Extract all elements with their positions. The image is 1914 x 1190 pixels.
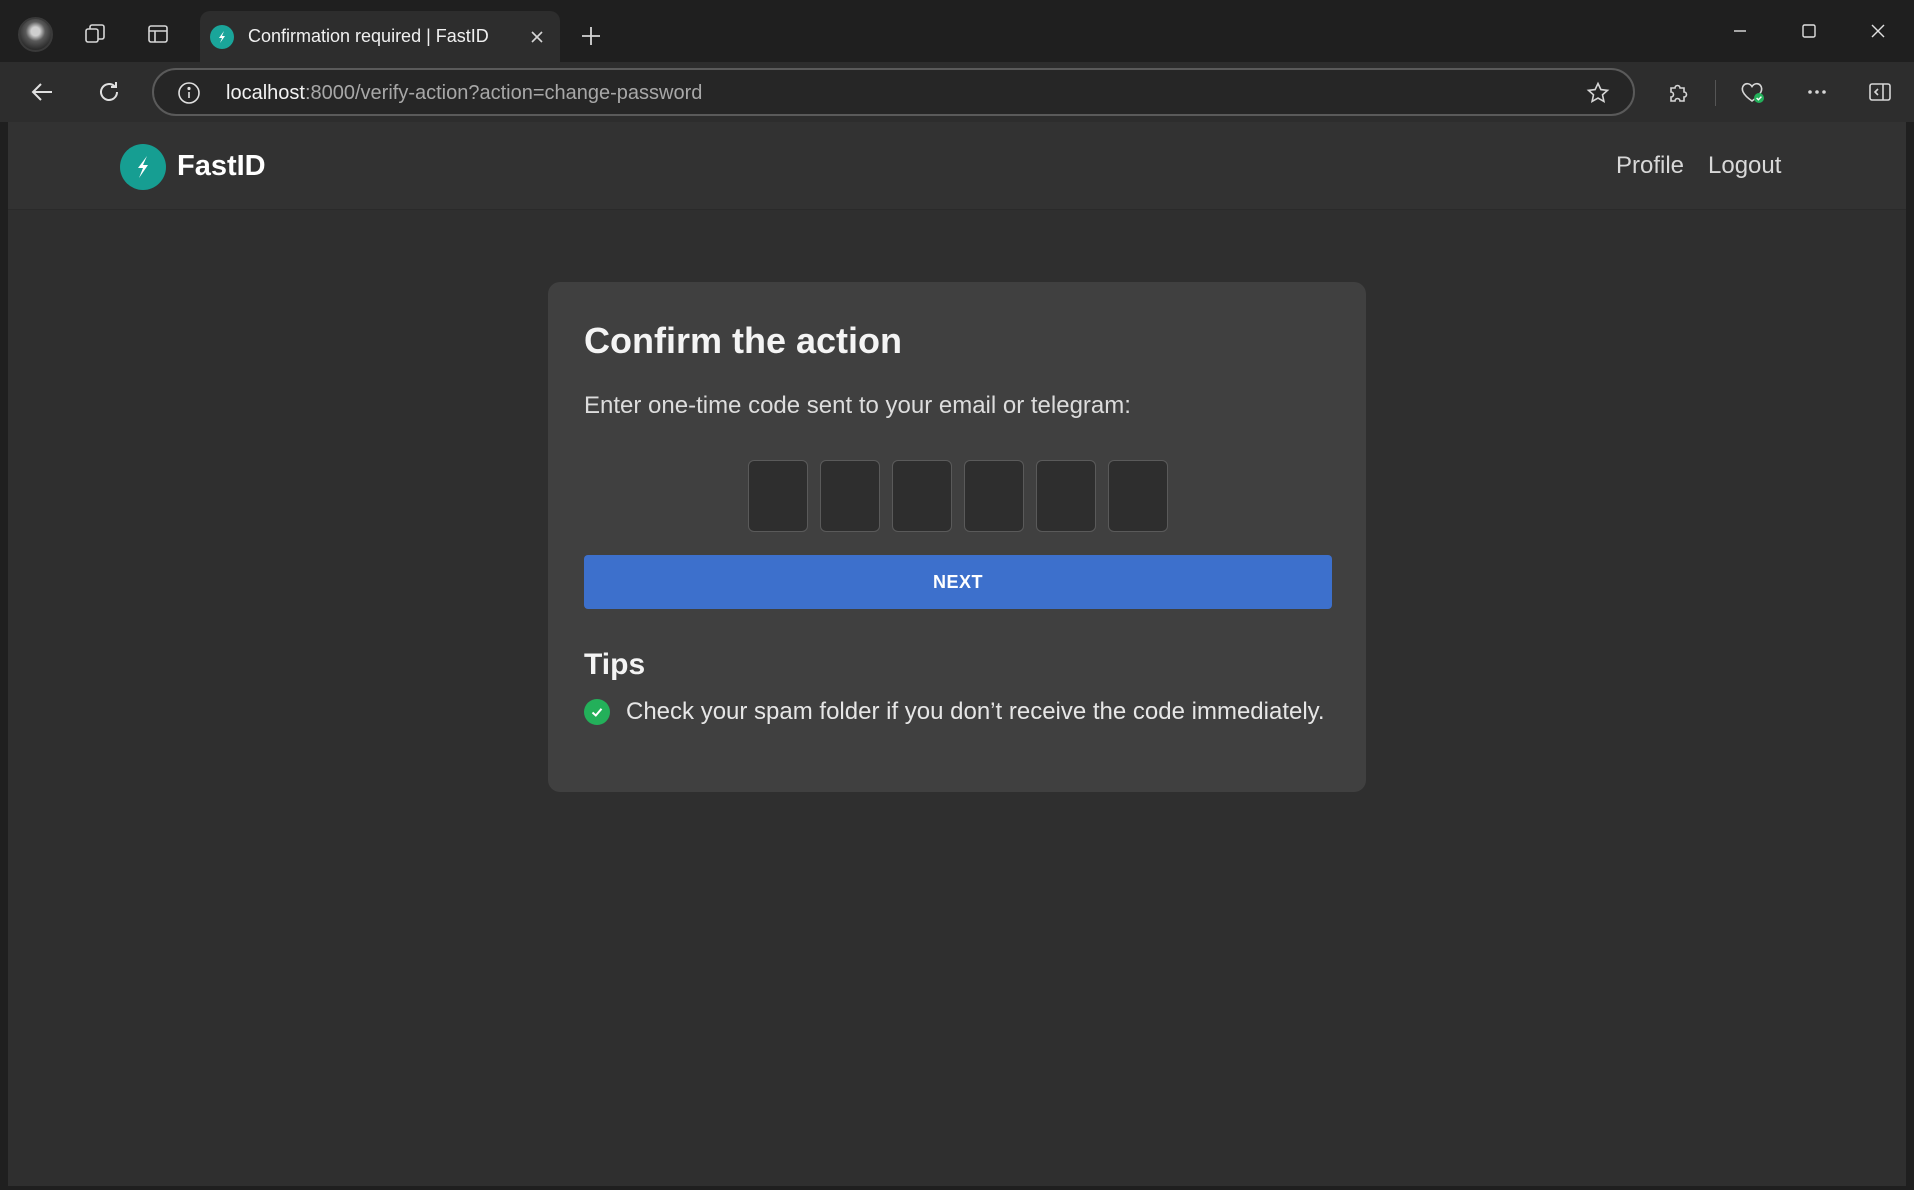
tab-title: Confirmation required | FastID [248,26,489,46]
url-path: :8000/verify-action?action=change-passwo… [304,82,703,104]
page-title: Confirm the action [584,320,903,361]
window-edge [0,122,8,1190]
toolbar-separator [1715,80,1716,106]
workspaces-icon[interactable] [78,17,112,51]
more-options-icon[interactable] [1796,71,1838,113]
favorite-star-icon[interactable] [1585,80,1611,106]
url-host: localhost [226,82,305,104]
browser-essentials-heart-icon[interactable] [1731,71,1773,113]
browser-titlebar: Confirmation required | FastID [0,0,1914,62]
site-info-icon[interactable] [176,80,202,106]
otp-digit-3[interactable] [892,460,952,532]
address-bar[interactable]: localhost:8000/verify-action?action=chan… [152,68,1635,116]
fastid-logo-icon[interactable] [120,144,166,190]
new-tab-icon[interactable] [573,18,609,54]
otp-digit-5[interactable] [1036,460,1096,532]
minimize-icon[interactable] [1706,10,1774,52]
otp-digit-1[interactable] [748,460,808,532]
profile-avatar[interactable] [18,17,53,52]
browser-toolbar: localhost:8000/verify-action?action=chan… [0,62,1914,122]
nav-profile-link[interactable]: Profile [1616,152,1684,180]
close-tab-icon[interactable] [520,20,554,54]
otp-digit-4[interactable] [964,460,1024,532]
url-text[interactable]: localhost:8000/verify-action?action=chan… [226,82,702,105]
nav-logout-link[interactable]: Logout [1708,152,1781,180]
fastid-favicon-icon [210,24,234,49]
brand-name[interactable]: FastID [177,150,266,183]
sidebar-toggle-icon[interactable] [1859,71,1901,113]
page-viewport: FastID Profile Logout Confirm the action… [8,122,1906,1186]
back-arrow-icon[interactable] [22,71,64,113]
reload-icon[interactable] [88,71,130,113]
otp-digit-2[interactable] [820,460,880,532]
confirm-card: Confirm the action Enter one-time code s… [548,282,1366,792]
extensions-puzzle-icon[interactable] [1658,71,1700,113]
maximize-icon[interactable] [1775,10,1843,52]
check-circle-icon [584,699,610,725]
tip-item: Check your spam folder if you don’t rece… [584,698,1325,726]
next-button[interactable]: NEXT [584,555,1332,609]
tab-actions-icon[interactable] [141,17,175,51]
close-window-icon[interactable] [1844,10,1912,52]
tip-text: Check your spam folder if you don’t rece… [626,698,1325,725]
tips-heading: Tips [584,648,646,681]
otp-digit-6[interactable] [1108,460,1168,532]
otp-input-group [748,460,1168,532]
site-navbar: FastID Profile Logout [8,122,1906,210]
otp-instructions: Enter one-time code sent to your email o… [584,392,1131,419]
tab-active[interactable]: Confirmation required | FastID [200,11,560,62]
